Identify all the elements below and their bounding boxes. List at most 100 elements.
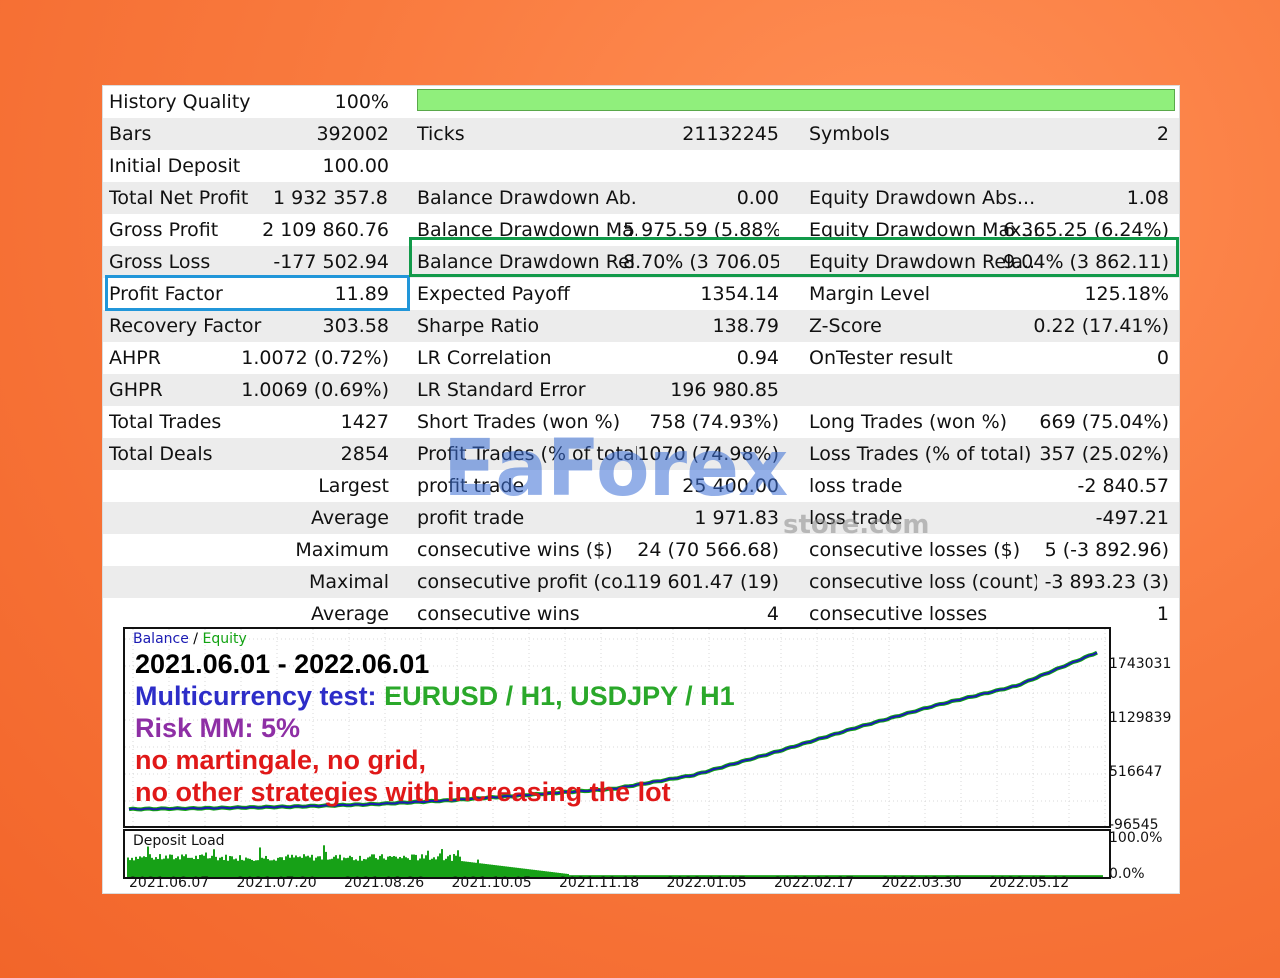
deposit-load-bar: [969, 875, 971, 877]
deposit-load-chart: Deposit Load: [123, 829, 1111, 879]
report-value: 125.18%: [1084, 283, 1169, 305]
report-row: Average profit trade 1 971.83 loss trade -49…: [103, 502, 1179, 534]
report-row: Bars 392002 Ticks 21132245 Symbols 2: [103, 118, 1179, 150]
history-quality-bar: [417, 89, 1175, 111]
deposit-load-bar: [145, 857, 147, 877]
deposit-load-bar: [359, 855, 361, 877]
deposit-load-bar: [139, 856, 141, 877]
report-row: Initial Deposit 100.00: [103, 150, 1179, 182]
deposit-load-bar: [217, 860, 219, 877]
deposit-load-bar: [749, 875, 751, 877]
deposit-load-bar: [449, 854, 451, 877]
deposit-load-bar: [751, 875, 753, 877]
deposit-load-bar: [867, 875, 869, 877]
deposit-load-bar: [201, 854, 203, 877]
deposit-load-bar: [181, 854, 183, 877]
report-label: [109, 598, 299, 630]
deposit-load-bar: [983, 875, 985, 877]
report-value: 196 980.85: [670, 379, 779, 401]
deposit-load-bar: [205, 852, 207, 877]
report-value: 21132245: [682, 123, 779, 145]
deposit-load-bar: [203, 855, 205, 877]
legend-equity: Equity: [202, 631, 247, 647]
deposit-load-bar: [373, 854, 375, 877]
report-row: GHPR 1.0069 (0.69%) LR Standard Error 196 9…: [103, 374, 1179, 406]
deposit-load-bar: [553, 872, 555, 877]
report-value: 1427: [340, 411, 389, 433]
deposit-load-bar: [183, 856, 185, 877]
deposit-load-bar: [663, 875, 665, 877]
report-value: -2 840.57: [1077, 475, 1169, 497]
report-label: Gross Loss: [109, 251, 211, 273]
deposit-load-bar: [439, 853, 441, 877]
report-label: Recovery Factor: [109, 315, 262, 337]
deposit-load-bar: [865, 875, 867, 877]
load-x-tick: 2022.05.12: [989, 875, 1070, 891]
report-value: 303.58: [322, 315, 389, 337]
report-value: Largest: [318, 475, 389, 497]
y-tick-1: 1129839: [1109, 710, 1172, 726]
deposit-load-bar: [967, 875, 969, 877]
deposit-load-bar: [295, 855, 297, 877]
deposit-load-bar: [443, 860, 445, 877]
legend-balance: Balance: [133, 631, 189, 647]
deposit-load-bar: [1081, 875, 1083, 877]
deposit-load-bar: [239, 855, 241, 877]
deposit-load-bar: [413, 854, 415, 877]
deposit-load-bar: [1093, 875, 1095, 877]
deposit-load-bar: [447, 856, 449, 877]
y-tick-2: 516647: [1109, 764, 1163, 780]
deposit-load-bar: [225, 854, 227, 877]
deposit-load-bar: [231, 856, 233, 877]
deposit-load-bar: [219, 857, 221, 877]
report-value: 392002: [316, 123, 389, 145]
deposit-load-bar: [767, 875, 769, 877]
deposit-load-bar: [259, 847, 261, 877]
report-value: -497.21: [1095, 507, 1169, 529]
report-value: 100.00: [322, 155, 389, 177]
balance-equity-chart: Balance / Equity 2021.06.01 - 2022.06.01…: [123, 627, 1111, 828]
deposit-load-bar: [757, 875, 759, 877]
deposit-load-bar: [149, 854, 151, 877]
deposit-load-bar: [307, 855, 309, 877]
report-label: Initial Deposit: [109, 155, 241, 177]
deposit-load-bar: [333, 856, 335, 877]
deposit-load-bar: [875, 875, 877, 877]
risk-mm: Risk MM: 5%: [135, 713, 301, 743]
report-value: 138.79: [712, 315, 779, 337]
deposit-load-bar: [771, 875, 773, 877]
deposit-load-bar: [177, 856, 179, 877]
deposit-load-bar: [389, 856, 391, 877]
deposit-load-bar: [763, 875, 765, 877]
deposit-load-bar: [551, 872, 553, 877]
deposit-load-bar: [537, 870, 539, 877]
deposit-load-bar: [547, 871, 549, 877]
note-line-2: no other strategies with increasing the …: [135, 777, 671, 807]
deposit-load-bar: [305, 856, 307, 877]
deposit-load-bar: [165, 855, 167, 877]
report-value: 4: [766, 603, 779, 625]
deposit-load-bar: [655, 875, 657, 877]
deposit-load-bar: [221, 856, 223, 877]
report-value: 2854: [340, 443, 389, 465]
deposit-load-bar: [341, 860, 343, 877]
deposit-load-bar: [1083, 875, 1085, 877]
report-label: Bars: [109, 123, 152, 145]
deposit-load-bar: [533, 869, 535, 877]
deposit-load-bar: [233, 859, 235, 877]
deposit-load-bar: [429, 859, 431, 877]
test-description: Multicurrency test: EURUSD / H1, USDJPY …: [135, 681, 735, 712]
deposit-load-bar: [861, 875, 863, 877]
deposit-load-bar: [169, 854, 171, 877]
deposit-load-bar: [965, 875, 967, 877]
deposit-load-bar: [659, 875, 661, 877]
deposit-load-bar: [395, 856, 397, 877]
report-label: [109, 502, 299, 534]
date-range: 2021.06.01 - 2022.06.01: [135, 649, 430, 679]
load-x-tick: 2022.02.17: [774, 875, 855, 891]
deposit-load-bar: [335, 855, 337, 877]
deposit-load-bar: [213, 849, 215, 877]
deposit-load-bar: [185, 854, 187, 877]
deposit-load-bar: [661, 875, 663, 877]
load-x-tick: 2022.01.05: [666, 875, 747, 891]
